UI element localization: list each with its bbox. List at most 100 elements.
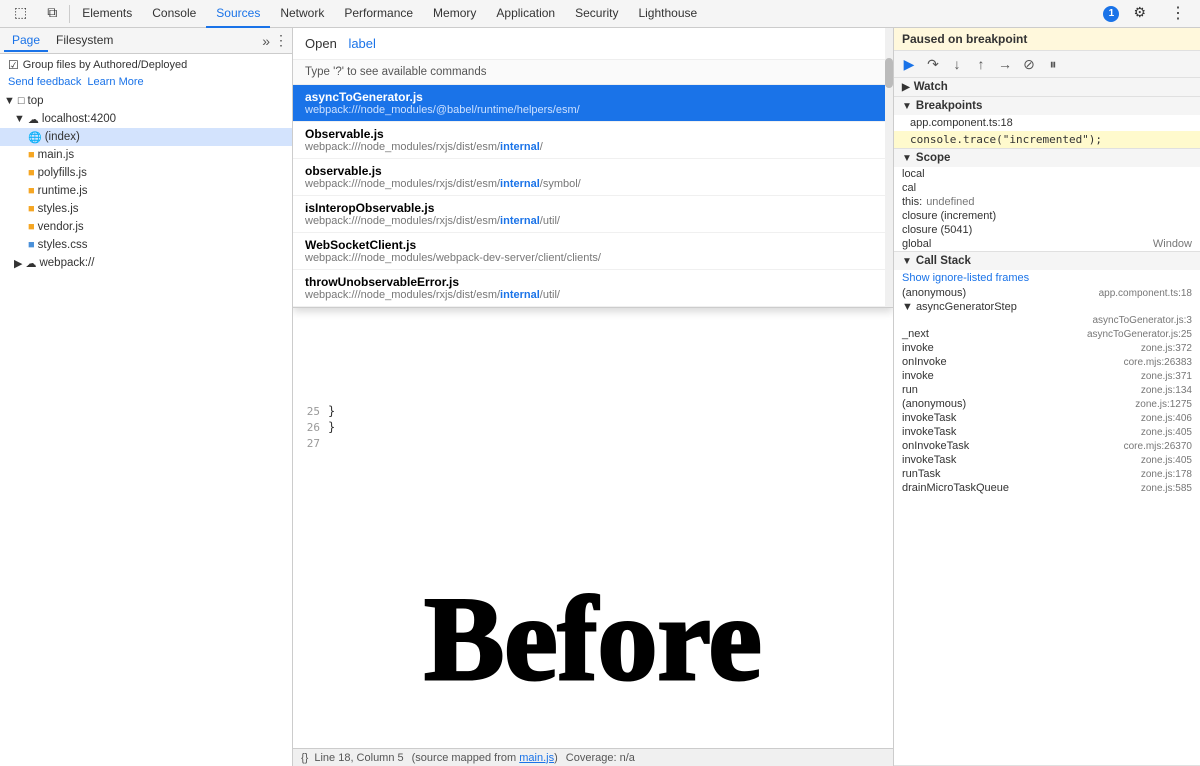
- tree-item-top[interactable]: ▼ □ top: [0, 92, 292, 110]
- file-result-6[interactable]: throwUnobservableError.js webpack:///nod…: [293, 270, 893, 307]
- scope-cal-label: cal: [902, 182, 916, 194]
- tab-network[interactable]: Network: [270, 0, 334, 28]
- scope-closure-5041-label: closure (5041): [902, 224, 972, 236]
- result-path-6: webpack:///node_modules/rxjs/dist/esm/in…: [305, 289, 881, 301]
- sub-tab-page[interactable]: Page: [4, 30, 48, 52]
- tree-label-main: main.js: [38, 149, 74, 161]
- settings-icon[interactable]: ⚙: [1123, 0, 1156, 28]
- tree-label-webpack: webpack://: [39, 257, 94, 269]
- status-main-link[interactable]: main.js: [519, 752, 554, 764]
- code-line-27: 27: [293, 435, 893, 451]
- deactivate-btn[interactable]: ⊘: [1018, 53, 1040, 75]
- tab-performance[interactable]: Performance: [334, 0, 423, 28]
- watch-arrow: ▶: [902, 82, 910, 93]
- watch-header[interactable]: ▶ Watch: [894, 78, 1200, 96]
- tree-item-styles-js[interactable]: ■ styles.js: [0, 200, 292, 218]
- dialog-scrollbar[interactable]: [885, 28, 893, 307]
- cs-drainmicrotaskqueue[interactable]: drainMicroTaskQueue zone.js:585: [894, 481, 1200, 495]
- cs-fn-run: run: [902, 384, 918, 396]
- sub-tab-menu[interactable]: ⋮: [274, 32, 288, 49]
- cs-anon-1275[interactable]: (anonymous) zone.js:1275: [894, 397, 1200, 411]
- tree-item-main[interactable]: ■ main.js: [0, 146, 292, 164]
- tab-console[interactable]: Console: [142, 0, 206, 28]
- cs-runtask[interactable]: runTask zone.js:178: [894, 467, 1200, 481]
- cs-loc-run: zone.js:134: [1141, 385, 1192, 396]
- tree-item-polyfills[interactable]: ■ polyfills.js: [0, 164, 292, 182]
- breakpoints-header[interactable]: ▼ Breakpoints: [894, 97, 1200, 115]
- cs-fn-invoke-371: invoke: [902, 370, 934, 382]
- tab-elements[interactable]: Elements: [72, 0, 142, 28]
- file-result-2[interactable]: Observable.js webpack:///node_modules/rx…: [293, 122, 893, 159]
- cs-async-3[interactable]: asyncToGenerator.js:3: [894, 314, 1200, 327]
- tree-item-runtime[interactable]: ■ runtime.js: [0, 182, 292, 200]
- cs-fn-invoketask-405b: invokeTask: [902, 454, 956, 466]
- tab-inspect-icon[interactable]: ⬚: [4, 0, 37, 28]
- tree-label-vendor: vendor.js: [38, 221, 84, 233]
- tree-item-styles-css[interactable]: ■ styles.css: [0, 236, 292, 254]
- sub-tab-filesystem[interactable]: Filesystem: [48, 30, 121, 52]
- cs-asyncgeneratorstep[interactable]: ▼ asyncGeneratorStep: [894, 300, 1200, 314]
- scope-header[interactable]: ▼ Scope: [894, 149, 1200, 167]
- call-stack-header[interactable]: ▼ Call Stack: [894, 252, 1200, 270]
- chat-badge[interactable]: 1: [1103, 6, 1119, 22]
- cs-run[interactable]: run zone.js:134: [894, 383, 1200, 397]
- pause-on-exception-btn[interactable]: ⏸: [1042, 53, 1064, 75]
- group-checkbox[interactable]: ☑: [8, 58, 19, 72]
- cs-invoketask-406[interactable]: invokeTask zone.js:406: [894, 411, 1200, 425]
- tab-device-icon[interactable]: ⧉: [37, 0, 67, 28]
- more-icon[interactable]: ⋮: [1160, 0, 1196, 28]
- tree-label-polyfills: polyfills.js: [38, 167, 87, 179]
- scope-this: this: undefined: [894, 195, 1200, 209]
- scope-local-label: local: [902, 168, 925, 180]
- scope-section: ▼ Scope local cal this: undefined closur…: [894, 149, 1200, 252]
- paused-header: Paused on breakpoint: [894, 28, 1200, 51]
- open-input[interactable]: label: [348, 36, 881, 51]
- breakpoint-file-item[interactable]: app.component.ts:18: [894, 115, 1200, 131]
- webpack-cloud-icon: ☁: [25, 257, 36, 270]
- result-name-5: WebSocketClient.js: [305, 238, 881, 252]
- tree-item-index[interactable]: 🌐 (index): [0, 128, 292, 146]
- step-btn[interactable]: →: [994, 53, 1016, 75]
- file-result-1[interactable]: asyncToGenerator.js webpack:///node_modu…: [293, 85, 893, 122]
- scope-label: Scope: [916, 152, 951, 164]
- cs-loc-invoke-372: zone.js:372: [1141, 343, 1192, 354]
- tab-sources[interactable]: Sources: [206, 0, 270, 28]
- learn-more-link[interactable]: Learn More: [87, 76, 143, 88]
- sub-tabs: Page Filesystem » ⋮: [0, 28, 292, 54]
- tab-lighthouse[interactable]: Lighthouse: [628, 0, 707, 28]
- resume-btn[interactable]: ▶: [898, 53, 920, 75]
- cs-invoke-372[interactable]: invoke zone.js:372: [894, 341, 1200, 355]
- tree-item-localhost[interactable]: ▼ ☁ localhost:4200: [0, 110, 292, 128]
- cs-invoketask-405[interactable]: invokeTask zone.js:405: [894, 425, 1200, 439]
- expand-icon: ▼: [4, 95, 15, 107]
- send-feedback-link[interactable]: Send feedback: [8, 76, 81, 88]
- cs-anonymous[interactable]: (anonymous) app.component.ts:18: [894, 286, 1200, 300]
- result-name-3: observable.js: [305, 164, 881, 178]
- cs-next[interactable]: _next asyncToGenerator.js:25: [894, 327, 1200, 341]
- tab-security[interactable]: Security: [565, 0, 628, 28]
- file-result-4[interactable]: isInteropObservable.js webpack:///node_m…: [293, 196, 893, 233]
- cs-fn-invoketask-406: invokeTask: [902, 412, 956, 424]
- sub-tab-more[interactable]: »: [262, 33, 270, 49]
- show-ignored-frames-btn[interactable]: Show ignore-listed frames: [894, 270, 1200, 286]
- tab-application[interactable]: Application: [486, 0, 565, 28]
- cs-oninvoketask[interactable]: onInvokeTask core.mjs:26370: [894, 439, 1200, 453]
- tree-item-webpack[interactable]: ▶ ☁ webpack://: [0, 254, 292, 272]
- status-coverage: Coverage: n/a: [566, 752, 635, 764]
- cs-invoke-371[interactable]: invoke zone.js:371: [894, 369, 1200, 383]
- step-into-btn[interactable]: ↓: [946, 53, 968, 75]
- brackets-icon[interactable]: {}: [301, 752, 308, 764]
- cs-oninvoke[interactable]: onInvoke core.mjs:26383: [894, 355, 1200, 369]
- file-result-3[interactable]: observable.js webpack:///node_modules/rx…: [293, 159, 893, 196]
- file-result-5[interactable]: WebSocketClient.js webpack:///node_modul…: [293, 233, 893, 270]
- result-name-4: isInteropObservable.js: [305, 201, 881, 215]
- step-out-btn[interactable]: ↑: [970, 53, 992, 75]
- step-over-btn[interactable]: ↷: [922, 53, 944, 75]
- tree-item-vendor[interactable]: ■ vendor.js: [0, 218, 292, 236]
- watch-section: ▶ Watch: [894, 78, 1200, 97]
- tree-label-localhost: localhost:4200: [42, 113, 116, 125]
- breakpoints-section: ▼ Breakpoints app.component.ts:18 consol…: [894, 97, 1200, 149]
- cs-invoketask-405b[interactable]: invokeTask zone.js:405: [894, 453, 1200, 467]
- tab-memory[interactable]: Memory: [423, 0, 486, 28]
- call-stack-section: ▼ Call Stack Show ignore-listed frames (…: [894, 252, 1200, 766]
